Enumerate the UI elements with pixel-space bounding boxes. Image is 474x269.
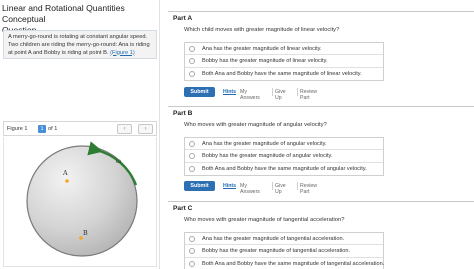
figure-link[interactable]: (Figure 1) (110, 50, 135, 56)
part-a-my-answers-link[interactable]: My Answers (240, 89, 260, 101)
figure-page-select[interactable]: 1 (38, 125, 46, 133)
part-b-option-2[interactable]: Bobby has the greater magnitude of angul… (185, 150, 383, 163)
part-c-options: Ana has the greater magnitude of tangent… (184, 232, 384, 269)
part-b-title: Part B (173, 110, 193, 117)
part-a-option-3[interactable]: Both Ana and Bobby have the same magnitu… (185, 68, 383, 80)
part-a-option-1[interactable]: Ana has the greater magnitude of linear … (185, 43, 383, 56)
part-b-give-up-link[interactable]: Give Up (275, 183, 286, 195)
part-c-question: Who moves with greater magnitude of tang… (184, 217, 345, 223)
chevron-left-icon: ‹ (123, 126, 126, 132)
point-b-label: B (83, 229, 88, 237)
separator (272, 182, 273, 190)
option-label: Ana has the greater magnitude of linear … (202, 46, 322, 52)
figure-area: ω A B (3, 137, 157, 267)
part-a-title: Part A (173, 15, 193, 22)
problem-title-line1: Linear and Rotational Quantities Concept… (2, 3, 125, 24)
radio-button[interactable] (189, 141, 195, 147)
part-b-review-part-link[interactable]: Review Part (300, 183, 317, 195)
option-label: Both Ana and Bobby have the same magnitu… (202, 165, 367, 172)
part-a-divider (168, 11, 474, 12)
part-c-option-3[interactable]: Both Ana and Bobby have the same magnitu… (185, 258, 385, 269)
option-label: Bobby has the greater magnitude of angul… (202, 153, 333, 160)
part-a-options: Ana has the greater magnitude of linear … (184, 42, 384, 81)
part-b-option-3[interactable]: Both Ana and Bobby have the same magnitu… (185, 163, 383, 175)
part-b-divider (168, 106, 474, 107)
option-label: Both Ana and Bobby have the same magnitu… (202, 260, 385, 267)
part-c-option-2[interactable]: Bobby has the greater magnitude of tange… (185, 245, 383, 258)
part-a-give-up-link[interactable]: Give Up (275, 89, 286, 101)
chevron-right-icon: › (144, 126, 147, 132)
point-a-marker (65, 179, 69, 183)
point-b-marker (79, 236, 83, 240)
radio-button[interactable] (189, 46, 195, 52)
figure-next-button[interactable]: › (138, 124, 153, 134)
option-label: Bobby has the greater magnitude of linea… (202, 58, 328, 65)
option-label: Ana has the greater magnitude of tangent… (202, 236, 345, 242)
part-b-options: Ana has the greater magnitude of angular… (184, 137, 384, 176)
option-label: Both Ana and Bobby have the same magnitu… (202, 70, 362, 77)
part-b-hints-link[interactable]: Hints (223, 183, 236, 189)
radio-button[interactable] (189, 248, 195, 255)
part-b-question: Who moves with greater magnitude of angu… (184, 122, 327, 128)
part-c-divider (168, 201, 474, 202)
figure-label: Figure 1 (7, 126, 28, 132)
separator (297, 182, 298, 190)
part-a-hints-link[interactable]: Hints (223, 89, 236, 95)
option-label: Ana has the greater magnitude of angular… (202, 141, 327, 147)
point-a-label: A (62, 169, 68, 177)
part-b-submit-button[interactable]: Submit (184, 181, 215, 191)
part-b-option-1[interactable]: Ana has the greater magnitude of angular… (185, 138, 383, 151)
part-a-submit-button[interactable]: Submit (184, 87, 215, 97)
part-a-option-2[interactable]: Bobby has the greater magnitude of linea… (185, 55, 383, 68)
part-a-review-part-link[interactable]: Review Part (300, 89, 317, 101)
separator (272, 88, 273, 96)
part-c-option-1[interactable]: Ana has the greater magnitude of tangent… (185, 233, 383, 246)
part-c-title: Part C (173, 205, 193, 212)
parts-panel: Part A Which child moves with greater ma… (168, 0, 474, 269)
separator (297, 88, 298, 96)
radio-button[interactable] (189, 260, 195, 267)
figure-toolbar: Figure 1 1 of 1 ‹ › (3, 121, 157, 136)
radio-button[interactable] (189, 70, 195, 77)
problem-panel: Linear and Rotational Quantities Concept… (0, 0, 160, 269)
merry-go-round-figure: ω A B (26, 141, 138, 257)
option-label: Bobby has the greater magnitude of tange… (202, 248, 351, 255)
figure-prev-button[interactable]: ‹ (117, 124, 132, 134)
problem-intro: A merry-go-round is rotating at constant… (3, 30, 157, 59)
part-a-question: Which child moves with greater magnitude… (184, 27, 340, 33)
omega-label: ω (116, 158, 121, 165)
radio-button[interactable] (189, 236, 195, 242)
part-b-my-answers-link[interactable]: My Answers (240, 183, 260, 195)
radio-button[interactable] (189, 58, 195, 65)
radio-button[interactable] (189, 153, 195, 160)
radio-button[interactable] (189, 165, 195, 172)
figure-page-total: of 1 (48, 126, 58, 132)
